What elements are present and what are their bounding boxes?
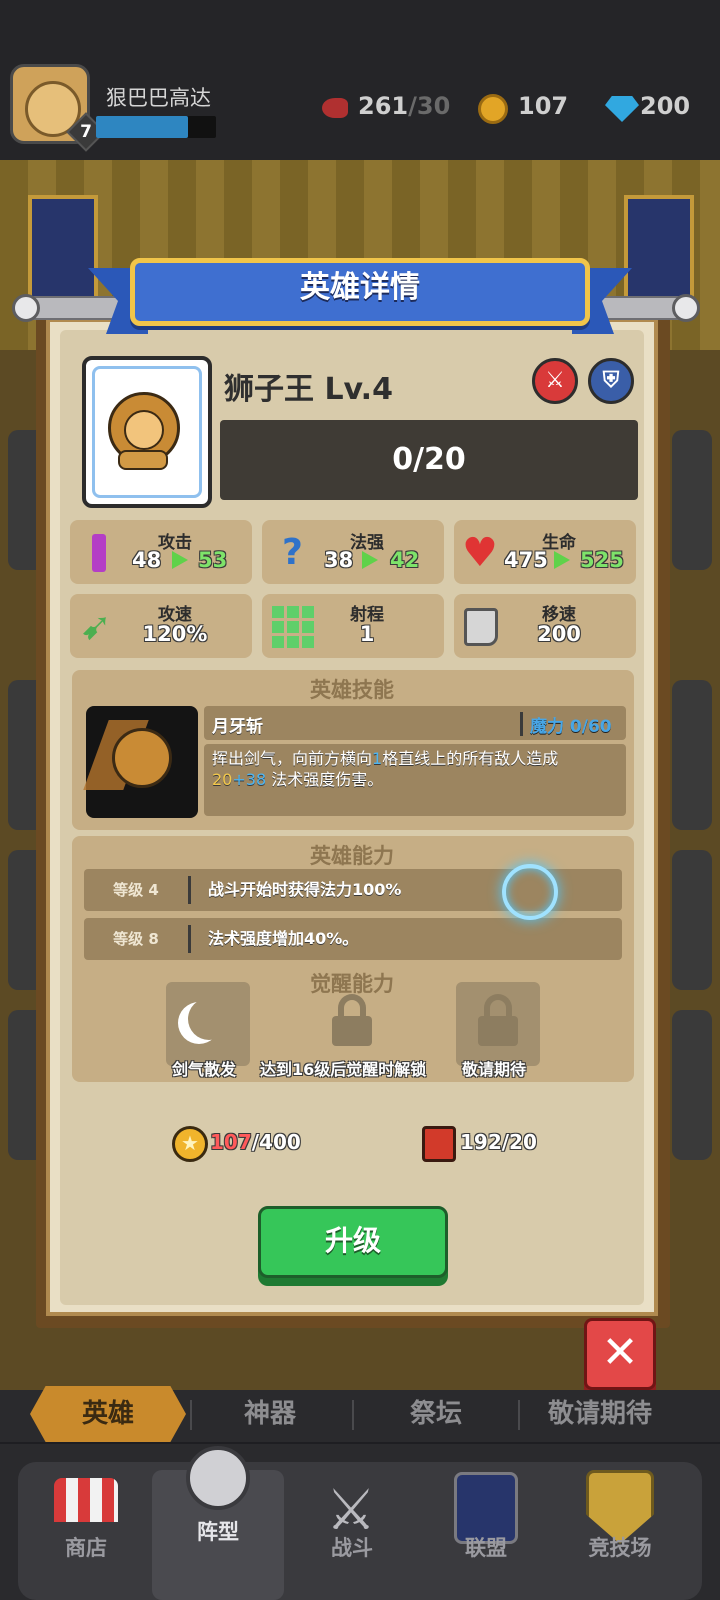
awaken-label: 达到16级后觉醒时解锁 (260, 1060, 427, 1079)
skill-mana: 魔力 0/60 (530, 717, 612, 737)
coin-cost: 107/400 (210, 1130, 301, 1154)
stat-value: 48 (132, 548, 162, 572)
tab-divider (352, 1400, 354, 1430)
tab-altar[interactable]: 祭坛 (356, 1396, 516, 1432)
lock-icon-body (478, 1016, 518, 1046)
coin-have: 107 (210, 1130, 252, 1154)
desc-highlight: 1 (372, 749, 383, 768)
scroll-knob-left (12, 294, 40, 322)
book-cost: 192/20 (460, 1130, 537, 1154)
nav-label: 竞技场 (588, 1536, 652, 1560)
stat-value: 120% (142, 622, 208, 646)
divider (188, 876, 191, 904)
stat-next-value: 53 (198, 548, 228, 572)
background-card (672, 850, 712, 990)
divider (188, 925, 191, 953)
banner-right (624, 195, 694, 305)
nav-label: 联盟 (465, 1536, 507, 1560)
stat-value: 475 (504, 548, 548, 572)
ability-text: 法术强度增加40%。 (208, 929, 359, 948)
stat-label: 攻击 (158, 533, 192, 553)
nav-label: 阵型 (197, 1520, 239, 1544)
stat-next-value: 525 (580, 548, 624, 572)
stamina-value: 261 (358, 92, 409, 120)
arrow-right-icon (362, 551, 378, 569)
desc-bonus-damage: +38 (232, 770, 267, 789)
gem-counter[interactable]: 200 (640, 92, 690, 126)
tab-coming-soon[interactable]: 敬请期待 (520, 1396, 680, 1432)
awaken-label: 敬请期待 (462, 1060, 527, 1079)
shield-glyph: ⛨ (602, 368, 620, 393)
stamina-max: /30 (408, 92, 451, 120)
crescent-slash-icon (188, 998, 230, 1040)
desc-text: 法术强度伤害。 (266, 770, 384, 789)
stat-next-value: 42 (390, 548, 420, 572)
stat-value: 38 (324, 548, 354, 572)
section-title: 英雄能力 (310, 844, 394, 868)
ability-text: 战斗开始时获得法力100% (208, 880, 402, 899)
coin-need: /400 (251, 1130, 301, 1154)
dialog-title: 英雄详情 (300, 270, 420, 305)
section-title: 英雄技能 (310, 678, 394, 702)
player-name: 狠巴巴高达 (106, 86, 211, 110)
banner-left (28, 195, 98, 305)
desc-base-damage: 20 (212, 770, 233, 789)
awaken-label: 剑气散发 (172, 1060, 237, 1079)
ability-level: 等级 4 (113, 881, 159, 899)
lock-icon-body (332, 1016, 372, 1046)
shard-progress-text: 0/20 (392, 442, 466, 477)
shield-class-icon[interactable]: ⛨ (588, 358, 634, 404)
arrow-right-icon (172, 551, 188, 569)
tab-artifacts[interactable]: 神器 (192, 1396, 348, 1432)
star-icon: ★ (181, 1131, 199, 1155)
lion-face (124, 410, 164, 450)
divider (520, 712, 523, 736)
desc-text: 格直线上的所有敌人造成 (382, 749, 559, 768)
skill-name: 月牙斩 (212, 717, 263, 737)
glow-ring-effect (502, 864, 558, 920)
shop-awning-icon (54, 1478, 118, 1522)
book-have: 192 (460, 1130, 502, 1154)
skill-description: 挥出剑气，向前方横向1格直线上的所有敌人造成 20+38 法术强度伤害。 (212, 748, 620, 790)
sword-glyph: ⚔ (545, 368, 565, 393)
tab-heroes[interactable]: 英雄 (30, 1396, 186, 1432)
nav-label: 战斗 (331, 1536, 373, 1560)
ability-level: 等级 8 (113, 930, 159, 948)
nav-label: 商店 (65, 1536, 107, 1560)
scroll-knob-right (672, 294, 700, 322)
skill-lion-image (112, 728, 172, 788)
stat-value: 1 (359, 622, 375, 646)
stamina-icon (322, 98, 348, 118)
xp-bar-fill (96, 116, 188, 138)
book-need: /20 (501, 1130, 537, 1154)
background-card (672, 1010, 712, 1160)
formation-icon (186, 1446, 250, 1510)
hero-name: 狮子王 Lv.4 (224, 372, 393, 407)
stat-label: 法强 (350, 533, 384, 553)
background-card (672, 430, 712, 570)
stat-value: 200 (537, 622, 581, 646)
book-icon (422, 1126, 456, 1162)
desc-text: 挥出剑气，向前方横向 (212, 749, 373, 768)
coin-counter[interactable]: 107 (518, 92, 568, 126)
sword-class-icon[interactable]: ⚔ (532, 358, 578, 404)
arrow-right-icon (554, 551, 570, 569)
background-card (672, 680, 712, 830)
upgrade-label[interactable]: 升级 (258, 1206, 448, 1278)
coin-icon (478, 94, 508, 124)
stamina-counter[interactable]: 261/30 (358, 92, 450, 126)
lion-body (118, 450, 168, 470)
close-icon[interactable]: ✕ (584, 1318, 656, 1390)
